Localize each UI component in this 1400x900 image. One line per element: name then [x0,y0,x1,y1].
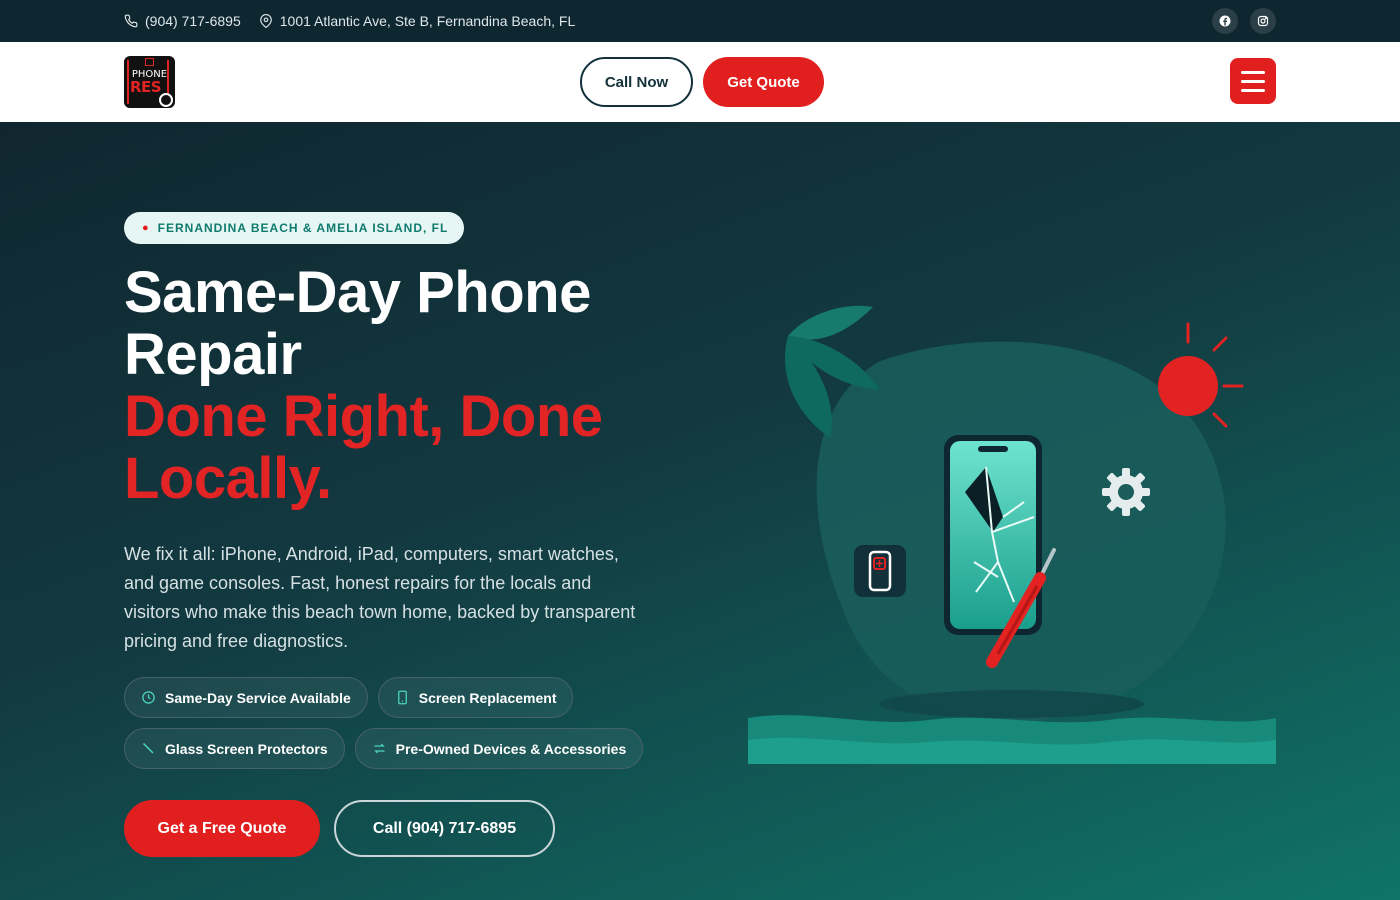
logo-magnifier-icon [159,93,173,107]
service-tag: Screen Replacement [377,677,574,718]
phone-shadow [880,690,1144,718]
contact-info: (904) 717-6895 1001 Atlantic Ave, Ste B,… [124,0,575,42]
topbar-phone: (904) 717-6895 [145,13,241,29]
call-phone-button[interactable]: Call (904) 717-6895 [334,800,555,857]
site-logo[interactable]: PHONE RES [124,56,175,108]
top-bar: (904) 717-6895 1001 Atlantic Ave, Ste B,… [0,0,1400,42]
map-pin-icon [259,14,272,28]
phone-icon [397,690,407,705]
hamburger-line [1241,70,1265,74]
palm-leaf-icon [788,305,873,340]
call-now-button[interactable]: Call Now [580,57,693,107]
menu-button[interactable] [1230,58,1276,104]
free-quote-button[interactable]: Get a Free Quote [124,800,320,857]
location-badge: ● FERNANDINA BEACH & AMELIA ISLAND, FL [124,212,465,244]
phone-repair-illustration [748,305,1276,764]
facebook-icon [1219,15,1231,27]
hamburger-line [1241,79,1265,83]
hamburger-line [1241,88,1265,92]
hero-title-main: Same-Day Phone Repair [124,260,591,387]
screwdriver-icon [142,742,154,754]
hero-description: We fix it all: iPhone, Android, iPad, co… [124,544,636,651]
service-tag: Pre-Owned Devices & Accessories [354,728,644,769]
logo-text-res: RES [130,78,162,96]
service-tag-label: Screen Replacement [418,689,557,706]
logo-phone-glyph [145,58,154,66]
facebook-link[interactable] [1212,8,1238,34]
get-quote-button[interactable]: Get Quote [703,57,824,107]
service-tags: Same-Day Service Available Screen Replac… [124,677,654,769]
pin-icon: ● [142,222,150,234]
site-header: PHONE RES Call Now Get Quote [0,42,1400,122]
social-links [1212,8,1276,34]
topbar-address: 1001 Atlantic Ave, Ste B, Fernandina Bea… [279,13,576,29]
service-tag: Same-Day Service Available [124,677,368,718]
hero-section: ● FERNANDINA BEACH & AMELIA ISLAND, FL S… [0,122,1400,900]
small-phone-icon [854,545,906,597]
gear-icon [1102,468,1150,516]
address-link[interactable]: 1001 Atlantic Ave, Ste B, Fernandina Bea… [259,13,576,29]
clock-icon [142,691,155,704]
service-tag: Glass Screen Protectors [124,728,345,769]
instagram-link[interactable] [1250,8,1276,34]
instagram-icon [1257,15,1269,27]
location-text: FERNANDINA BEACH & AMELIA ISLAND, FL [157,221,449,235]
exchange-icon [373,743,385,754]
service-tag-label: Glass Screen Protectors [165,740,328,757]
service-tag-label: Pre-Owned Devices & Accessories [395,740,627,757]
logo-bar-left [127,60,129,104]
hero-title-accent: Done Right, Done Locally. [124,384,603,511]
phone-link[interactable]: (904) 717-6895 [124,13,241,29]
phone-icon [124,14,138,28]
hero-title: Same-Day Phone Repair Done Right, Done L… [124,262,684,510]
service-tag-label: Same-Day Service Available [165,689,351,706]
